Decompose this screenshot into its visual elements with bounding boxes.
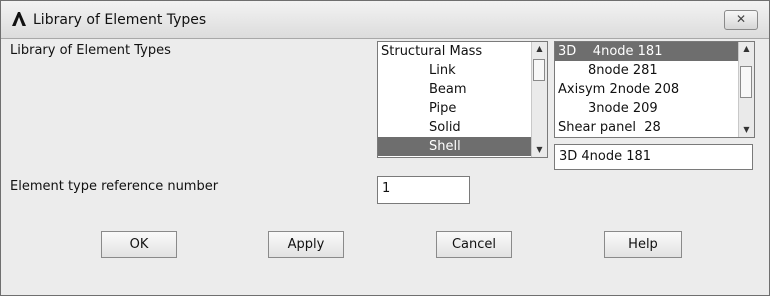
list-item-beam[interactable]: Beam (378, 80, 531, 99)
scroll-thumb[interactable] (533, 59, 545, 81)
scroll-down-icon[interactable]: ▼ (532, 143, 547, 157)
category-listbox[interactable]: Structural Mass Link Beam Pipe Solid She… (377, 41, 548, 158)
ref-number-label: Element type reference number (10, 179, 219, 194)
list-item-structural-mass[interactable]: Structural Mass (378, 42, 534, 61)
element-types-dialog: Library of Element Types ✕ Library of El… (0, 0, 770, 296)
ansys-logo-icon (12, 12, 26, 26)
cancel-button[interactable]: Cancel (436, 231, 512, 258)
list-item-link[interactable]: Link (378, 61, 531, 80)
list-item-8node-281[interactable]: 8node 281 (555, 61, 738, 80)
scroll-up-icon[interactable]: ▲ (739, 42, 754, 56)
close-icon: ✕ (735, 12, 747, 26)
scroll-up-icon[interactable]: ▲ (532, 42, 547, 56)
type-scrollbar[interactable]: ▲ ▼ (738, 42, 754, 137)
title-bar[interactable]: Library of Element Types ✕ (1, 1, 769, 39)
list-item-axisym-2node-208[interactable]: Axisym 2node 208 (555, 80, 738, 99)
scroll-down-icon[interactable]: ▼ (739, 123, 754, 137)
selected-type-field[interactable]: 3D 4node 181 (554, 144, 753, 170)
list-item-shell[interactable]: Shell (378, 137, 531, 156)
category-scrollbar[interactable]: ▲ ▼ (531, 42, 547, 157)
list-item-3d-4node-181[interactable]: 3D 4node 181 (555, 42, 738, 61)
scroll-thumb[interactable] (740, 66, 752, 98)
list-item-3node-209[interactable]: 3node 209 (555, 99, 738, 118)
library-label: Library of Element Types (10, 43, 171, 58)
ref-number-input[interactable]: 1 (377, 176, 470, 204)
list-item-shear-panel-28[interactable]: Shear panel 28 (555, 118, 738, 137)
apply-button[interactable]: Apply (268, 231, 344, 258)
list-item-solid[interactable]: Solid (378, 118, 531, 137)
window-title: Library of Element Types (33, 12, 207, 28)
help-button[interactable]: Help (604, 231, 682, 258)
element-type-listbox[interactable]: 3D 4node 181 8node 281 Axisym 2node 208 … (554, 41, 755, 138)
close-button[interactable]: ✕ (724, 10, 758, 30)
ok-button[interactable]: OK (101, 231, 177, 258)
list-item-pipe[interactable]: Pipe (378, 99, 531, 118)
